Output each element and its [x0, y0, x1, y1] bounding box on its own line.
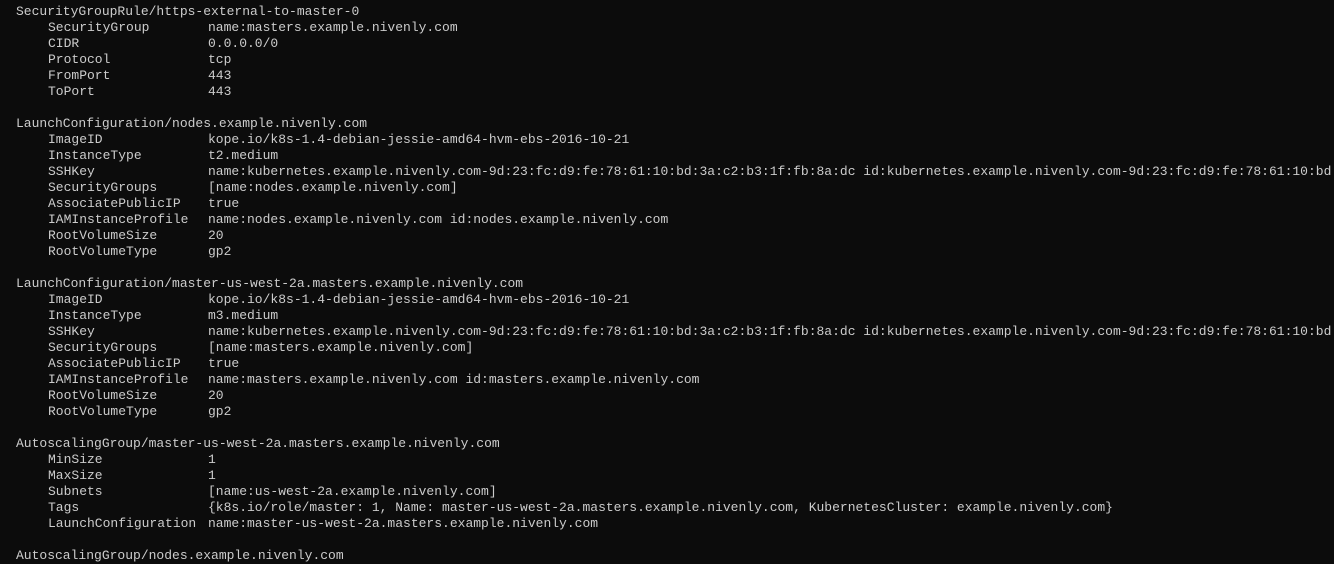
property-value: 20 — [208, 388, 224, 403]
property-key: RootVolumeSize — [48, 228, 208, 244]
property-row: Subnets[name:us-west-2a.example.nivenly.… — [16, 484, 1334, 500]
property-row: MaxSize1 — [16, 468, 1334, 484]
property-value: name:kubernetes.example.nivenly.com-9d:2… — [208, 324, 1334, 339]
property-key: ToPort — [48, 84, 208, 100]
property-row: SecurityGroups[name:nodes.example.nivenl… — [16, 180, 1334, 196]
property-row: AssociatePublicIPtrue — [16, 196, 1334, 212]
property-value: name:masters.example.nivenly.com id:mast… — [208, 372, 699, 387]
property-key: IAMInstanceProfile — [48, 372, 208, 388]
property-key: RootVolumeType — [48, 404, 208, 420]
property-key: MinSize — [48, 452, 208, 468]
property-key: SecurityGroup — [48, 20, 208, 36]
property-row: CIDR0.0.0.0/0 — [16, 36, 1334, 52]
property-value: tcp — [208, 52, 231, 67]
property-key: Tags — [48, 500, 208, 516]
property-value: 1 — [208, 452, 216, 467]
property-value: kope.io/k8s-1.4-debian-jessie-amd64-hvm-… — [208, 292, 629, 307]
property-value: 443 — [208, 68, 231, 83]
property-row: SecurityGroupname:masters.example.nivenl… — [16, 20, 1334, 36]
property-row: IAMInstanceProfilename:masters.example.n… — [16, 372, 1334, 388]
property-value: {k8s.io/role/master: 1, Name: master-us-… — [208, 500, 1113, 515]
property-value: name:kubernetes.example.nivenly.com-9d:2… — [208, 164, 1334, 179]
property-row: ImageIDkope.io/k8s-1.4-debian-jessie-amd… — [16, 132, 1334, 148]
property-row: IAMInstanceProfilename:nodes.example.niv… — [16, 212, 1334, 228]
property-key: Protocol — [48, 52, 208, 68]
blank-line — [16, 420, 1334, 436]
property-key: AssociatePublicIP — [48, 356, 208, 372]
property-key: InstanceType — [48, 148, 208, 164]
property-value: name:master-us-west-2a.masters.example.n… — [208, 516, 598, 531]
property-key: RootVolumeSize — [48, 388, 208, 404]
property-row: RootVolumeSize20 — [16, 228, 1334, 244]
property-key: SecurityGroups — [48, 180, 208, 196]
property-key: SecurityGroups — [48, 340, 208, 356]
property-value: 1 — [208, 468, 216, 483]
resource-header-partial: AutoscalingGroup/nodes.example.nivenly.c… — [16, 548, 1334, 564]
property-value: true — [208, 196, 239, 211]
property-row: RootVolumeSize20 — [16, 388, 1334, 404]
property-row: SSHKeyname:kubernetes.example.nivenly.co… — [16, 324, 1334, 340]
property-value: [name:nodes.example.nivenly.com] — [208, 180, 458, 195]
property-row: MinSize1 — [16, 452, 1334, 468]
property-row: AssociatePublicIPtrue — [16, 356, 1334, 372]
property-row: ToPort443 — [16, 84, 1334, 100]
property-value: true — [208, 356, 239, 371]
property-key: Subnets — [48, 484, 208, 500]
resource-header: LaunchConfiguration/master-us-west-2a.ma… — [16, 276, 1334, 292]
property-row: RootVolumeTypegp2 — [16, 244, 1334, 260]
property-value: gp2 — [208, 244, 231, 259]
resource-header: SecurityGroupRule/https-external-to-mast… — [16, 4, 1334, 20]
property-key: LaunchConfiguration — [48, 516, 208, 532]
property-key: MaxSize — [48, 468, 208, 484]
property-row: InstanceTypet2.medium — [16, 148, 1334, 164]
property-row: LaunchConfigurationname:master-us-west-2… — [16, 516, 1334, 532]
property-value: [name:masters.example.nivenly.com] — [208, 340, 473, 355]
resource-header: LaunchConfiguration/nodes.example.nivenl… — [16, 116, 1334, 132]
property-key: CIDR — [48, 36, 208, 52]
property-key: InstanceType — [48, 308, 208, 324]
property-row: Tags{k8s.io/role/master: 1, Name: master… — [16, 500, 1334, 516]
property-key: SSHKey — [48, 164, 208, 180]
property-key: SSHKey — [48, 324, 208, 340]
property-row: Protocoltcp — [16, 52, 1334, 68]
resource-header: AutoscalingGroup/master-us-west-2a.maste… — [16, 436, 1334, 452]
property-key: ImageID — [48, 292, 208, 308]
property-value: 443 — [208, 84, 231, 99]
property-key: RootVolumeType — [48, 244, 208, 260]
property-row: InstanceTypem3.medium — [16, 308, 1334, 324]
property-value: kope.io/k8s-1.4-debian-jessie-amd64-hvm-… — [208, 132, 629, 147]
blank-line — [16, 100, 1334, 116]
property-row: FromPort443 — [16, 68, 1334, 84]
property-key: FromPort — [48, 68, 208, 84]
property-key: ImageID — [48, 132, 208, 148]
property-row: SecurityGroups[name:masters.example.nive… — [16, 340, 1334, 356]
terminal-output: SecurityGroupRule/https-external-to-mast… — [16, 4, 1334, 564]
property-key: IAMInstanceProfile — [48, 212, 208, 228]
property-row: RootVolumeTypegp2 — [16, 404, 1334, 420]
property-value: name:nodes.example.nivenly.com id:nodes.… — [208, 212, 668, 227]
property-row: ImageIDkope.io/k8s-1.4-debian-jessie-amd… — [16, 292, 1334, 308]
blank-line — [16, 532, 1334, 548]
property-value: m3.medium — [208, 308, 278, 323]
blank-line — [16, 260, 1334, 276]
property-value: t2.medium — [208, 148, 278, 163]
property-key: AssociatePublicIP — [48, 196, 208, 212]
property-row: SSHKeyname:kubernetes.example.nivenly.co… — [16, 164, 1334, 180]
property-value: name:masters.example.nivenly.com — [208, 20, 458, 35]
property-value: gp2 — [208, 404, 231, 419]
property-value: [name:us-west-2a.example.nivenly.com] — [208, 484, 497, 499]
property-value: 0.0.0.0/0 — [208, 36, 278, 51]
property-value: 20 — [208, 228, 224, 243]
